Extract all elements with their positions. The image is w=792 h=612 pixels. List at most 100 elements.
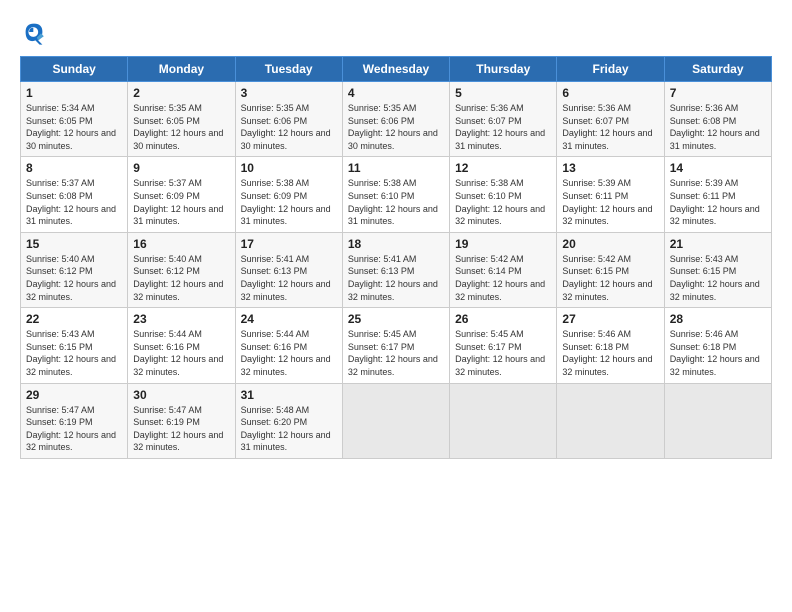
day-number: 19 — [455, 237, 551, 251]
day-info: Sunrise: 5:36 AMSunset: 6:08 PMDaylight:… — [670, 103, 760, 151]
day-number: 12 — [455, 161, 551, 175]
calendar-cell: 25 Sunrise: 5:45 AMSunset: 6:17 PMDaylig… — [342, 308, 449, 383]
calendar-cell: 30 Sunrise: 5:47 AMSunset: 6:19 PMDaylig… — [128, 383, 235, 458]
day-info: Sunrise: 5:36 AMSunset: 6:07 PMDaylight:… — [455, 103, 545, 151]
calendar-cell: 4 Sunrise: 5:35 AMSunset: 6:06 PMDayligh… — [342, 82, 449, 157]
day-number: 13 — [562, 161, 658, 175]
calendar-week-3: 15 Sunrise: 5:40 AMSunset: 6:12 PMDaylig… — [21, 232, 772, 307]
calendar-cell: 23 Sunrise: 5:44 AMSunset: 6:16 PMDaylig… — [128, 308, 235, 383]
day-info: Sunrise: 5:39 AMSunset: 6:11 PMDaylight:… — [670, 178, 760, 226]
calendar-cell: 8 Sunrise: 5:37 AMSunset: 6:08 PMDayligh… — [21, 157, 128, 232]
day-number: 17 — [241, 237, 337, 251]
day-number: 31 — [241, 388, 337, 402]
day-number: 20 — [562, 237, 658, 251]
day-info: Sunrise: 5:44 AMSunset: 6:16 PMDaylight:… — [133, 329, 223, 377]
day-number: 23 — [133, 312, 229, 326]
day-info: Sunrise: 5:34 AMSunset: 6:05 PMDaylight:… — [26, 103, 116, 151]
logo-icon — [20, 18, 48, 46]
calendar-cell: 29 Sunrise: 5:47 AMSunset: 6:19 PMDaylig… — [21, 383, 128, 458]
calendar-cell: 14 Sunrise: 5:39 AMSunset: 6:11 PMDaylig… — [664, 157, 771, 232]
calendar-cell: 12 Sunrise: 5:38 AMSunset: 6:10 PMDaylig… — [450, 157, 557, 232]
calendar-cell: 20 Sunrise: 5:42 AMSunset: 6:15 PMDaylig… — [557, 232, 664, 307]
page: SundayMondayTuesdayWednesdayThursdayFrid… — [0, 0, 792, 612]
calendar-week-2: 8 Sunrise: 5:37 AMSunset: 6:08 PMDayligh… — [21, 157, 772, 232]
day-header-wednesday: Wednesday — [342, 57, 449, 82]
calendar-table: SundayMondayTuesdayWednesdayThursdayFrid… — [20, 56, 772, 459]
calendar-cell — [557, 383, 664, 458]
calendar-cell: 10 Sunrise: 5:38 AMSunset: 6:09 PMDaylig… — [235, 157, 342, 232]
calendar-cell: 28 Sunrise: 5:46 AMSunset: 6:18 PMDaylig… — [664, 308, 771, 383]
day-info: Sunrise: 5:39 AMSunset: 6:11 PMDaylight:… — [562, 178, 652, 226]
calendar-cell: 16 Sunrise: 5:40 AMSunset: 6:12 PMDaylig… — [128, 232, 235, 307]
day-number: 11 — [348, 161, 444, 175]
calendar-cell: 13 Sunrise: 5:39 AMSunset: 6:11 PMDaylig… — [557, 157, 664, 232]
day-header-saturday: Saturday — [664, 57, 771, 82]
day-number: 27 — [562, 312, 658, 326]
day-info: Sunrise: 5:43 AMSunset: 6:15 PMDaylight:… — [670, 254, 760, 302]
day-number: 6 — [562, 86, 658, 100]
calendar-cell: 24 Sunrise: 5:44 AMSunset: 6:16 PMDaylig… — [235, 308, 342, 383]
day-number: 21 — [670, 237, 766, 251]
calendar-week-5: 29 Sunrise: 5:47 AMSunset: 6:19 PMDaylig… — [21, 383, 772, 458]
day-number: 1 — [26, 86, 122, 100]
calendar-cell: 17 Sunrise: 5:41 AMSunset: 6:13 PMDaylig… — [235, 232, 342, 307]
day-number: 30 — [133, 388, 229, 402]
day-info: Sunrise: 5:40 AMSunset: 6:12 PMDaylight:… — [26, 254, 116, 302]
calendar-cell: 1 Sunrise: 5:34 AMSunset: 6:05 PMDayligh… — [21, 82, 128, 157]
calendar-cell — [342, 383, 449, 458]
day-info: Sunrise: 5:35 AMSunset: 6:06 PMDaylight:… — [348, 103, 438, 151]
day-info: Sunrise: 5:44 AMSunset: 6:16 PMDaylight:… — [241, 329, 331, 377]
day-number: 15 — [26, 237, 122, 251]
day-number: 10 — [241, 161, 337, 175]
day-info: Sunrise: 5:46 AMSunset: 6:18 PMDaylight:… — [562, 329, 652, 377]
day-header-sunday: Sunday — [21, 57, 128, 82]
calendar-cell: 11 Sunrise: 5:38 AMSunset: 6:10 PMDaylig… — [342, 157, 449, 232]
calendar-week-4: 22 Sunrise: 5:43 AMSunset: 6:15 PMDaylig… — [21, 308, 772, 383]
header — [20, 18, 772, 46]
day-number: 26 — [455, 312, 551, 326]
day-info: Sunrise: 5:43 AMSunset: 6:15 PMDaylight:… — [26, 329, 116, 377]
day-header-tuesday: Tuesday — [235, 57, 342, 82]
calendar-cell: 7 Sunrise: 5:36 AMSunset: 6:08 PMDayligh… — [664, 82, 771, 157]
calendar-cell: 15 Sunrise: 5:40 AMSunset: 6:12 PMDaylig… — [21, 232, 128, 307]
day-info: Sunrise: 5:45 AMSunset: 6:17 PMDaylight:… — [348, 329, 438, 377]
calendar-header-row: SundayMondayTuesdayWednesdayThursdayFrid… — [21, 57, 772, 82]
day-header-monday: Monday — [128, 57, 235, 82]
day-info: Sunrise: 5:45 AMSunset: 6:17 PMDaylight:… — [455, 329, 545, 377]
day-header-friday: Friday — [557, 57, 664, 82]
day-info: Sunrise: 5:37 AMSunset: 6:09 PMDaylight:… — [133, 178, 223, 226]
calendar-cell — [664, 383, 771, 458]
calendar-cell: 22 Sunrise: 5:43 AMSunset: 6:15 PMDaylig… — [21, 308, 128, 383]
day-info: Sunrise: 5:41 AMSunset: 6:13 PMDaylight:… — [241, 254, 331, 302]
day-info: Sunrise: 5:35 AMSunset: 6:06 PMDaylight:… — [241, 103, 331, 151]
day-number: 29 — [26, 388, 122, 402]
day-number: 9 — [133, 161, 229, 175]
calendar-cell: 18 Sunrise: 5:41 AMSunset: 6:13 PMDaylig… — [342, 232, 449, 307]
day-info: Sunrise: 5:47 AMSunset: 6:19 PMDaylight:… — [26, 405, 116, 453]
day-info: Sunrise: 5:38 AMSunset: 6:10 PMDaylight:… — [348, 178, 438, 226]
calendar-week-1: 1 Sunrise: 5:34 AMSunset: 6:05 PMDayligh… — [21, 82, 772, 157]
logo — [20, 18, 52, 46]
day-number: 7 — [670, 86, 766, 100]
day-number: 8 — [26, 161, 122, 175]
day-info: Sunrise: 5:38 AMSunset: 6:10 PMDaylight:… — [455, 178, 545, 226]
day-number: 18 — [348, 237, 444, 251]
day-info: Sunrise: 5:42 AMSunset: 6:14 PMDaylight:… — [455, 254, 545, 302]
calendar-cell: 3 Sunrise: 5:35 AMSunset: 6:06 PMDayligh… — [235, 82, 342, 157]
calendar-cell: 21 Sunrise: 5:43 AMSunset: 6:15 PMDaylig… — [664, 232, 771, 307]
calendar-cell: 31 Sunrise: 5:48 AMSunset: 6:20 PMDaylig… — [235, 383, 342, 458]
calendar-cell: 26 Sunrise: 5:45 AMSunset: 6:17 PMDaylig… — [450, 308, 557, 383]
day-info: Sunrise: 5:47 AMSunset: 6:19 PMDaylight:… — [133, 405, 223, 453]
day-number: 3 — [241, 86, 337, 100]
calendar-cell: 27 Sunrise: 5:46 AMSunset: 6:18 PMDaylig… — [557, 308, 664, 383]
day-info: Sunrise: 5:41 AMSunset: 6:13 PMDaylight:… — [348, 254, 438, 302]
day-info: Sunrise: 5:38 AMSunset: 6:09 PMDaylight:… — [241, 178, 331, 226]
day-number: 28 — [670, 312, 766, 326]
day-number: 5 — [455, 86, 551, 100]
day-header-thursday: Thursday — [450, 57, 557, 82]
day-number: 25 — [348, 312, 444, 326]
day-number: 14 — [670, 161, 766, 175]
calendar-cell: 6 Sunrise: 5:36 AMSunset: 6:07 PMDayligh… — [557, 82, 664, 157]
day-info: Sunrise: 5:42 AMSunset: 6:15 PMDaylight:… — [562, 254, 652, 302]
calendar-cell — [450, 383, 557, 458]
